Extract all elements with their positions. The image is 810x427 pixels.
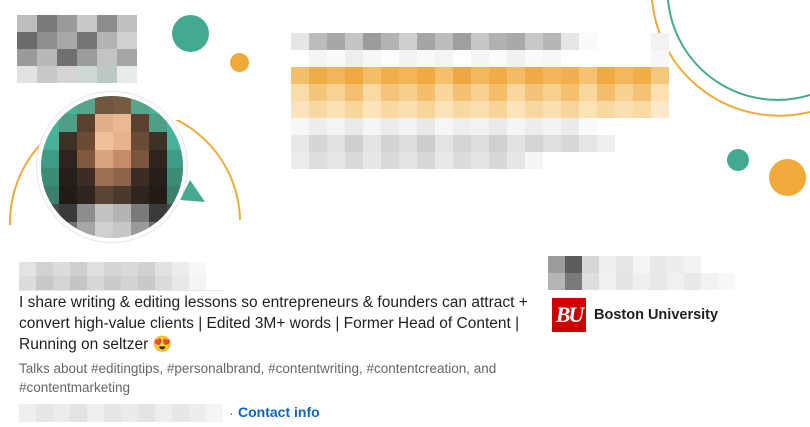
- pixelated-profile-name: [19, 262, 223, 290]
- banner-teal-dot-small: [727, 149, 749, 171]
- profile-headline: I share writing & editing lessons so ent…: [19, 294, 528, 353]
- name-underline: [19, 290, 224, 291]
- education-name: Boston University: [594, 307, 719, 323]
- pixelated-face: [41, 96, 183, 238]
- pixelated-location: [19, 404, 223, 422]
- boston-university-logo: BU: [552, 298, 586, 332]
- pixelated-current-company: [548, 256, 735, 290]
- contact-info-link[interactable]: Contact info: [238, 404, 320, 420]
- pixelated-banner-title: [291, 33, 669, 169]
- separator-dot: ·: [229, 405, 234, 421]
- profile-photo[interactable]: [37, 92, 187, 242]
- education-link[interactable]: BU Boston University: [552, 298, 718, 332]
- banner-teal-circle: [172, 15, 209, 52]
- talks-about-hashtags: Talks about #editingtips, #personalbrand…: [19, 361, 497, 395]
- pixelated-logo-block: [17, 15, 137, 83]
- banner-orange-circle: [769, 159, 806, 196]
- banner-orange-dot: [230, 53, 249, 72]
